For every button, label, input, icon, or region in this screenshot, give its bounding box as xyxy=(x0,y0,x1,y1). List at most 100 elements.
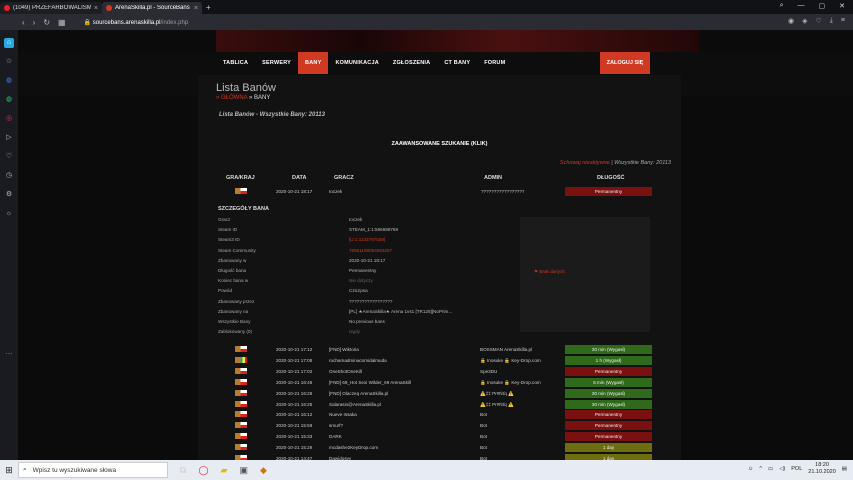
tab-youtube[interactable]: (1049) PRZEFARBOWALIŚM × xyxy=(0,2,102,14)
address-bar: ‹ › ↻ ▦ 🔒 sourcebans.arenaskilla.pl/inde… xyxy=(0,14,853,30)
store-icon[interactable]: ▣ xyxy=(239,465,248,476)
breadcrumb-home[interactable]: » GŁÓWNA xyxy=(216,95,247,101)
table-row[interactable]: 2020-10-21 16:26 [FND] Olaczeq ArenaSkill… xyxy=(218,388,658,398)
clock[interactable]: 18:20 21.10.2020 xyxy=(808,462,836,476)
download-icon[interactable]: ⤓ xyxy=(830,17,833,25)
back-icon[interactable]: ‹ xyxy=(22,18,25,27)
new-tab-button[interactable]: + xyxy=(206,3,211,12)
close-tab-icon[interactable]: × xyxy=(94,5,98,12)
folder-icon[interactable]: ▰ xyxy=(221,465,228,476)
star-icon[interactable]: ☆ xyxy=(4,57,14,67)
ban-admin: Bot xyxy=(480,434,487,440)
whatsapp-icon[interactable]: ◍ xyxy=(4,95,14,105)
table-row[interactable]: 2020-10-21 16:46 [FND] 69_Hot Sexi Wilder… xyxy=(218,377,658,387)
reload-icon[interactable]: ↻ xyxy=(43,18,50,27)
ban-admin: ????????????????? xyxy=(481,189,525,194)
no-data-link[interactable]: ⚑ Brak danych xyxy=(534,269,565,275)
camera-icon[interactable]: ◉ xyxy=(788,17,794,25)
language-indicator[interactable]: POL xyxy=(791,466,802,472)
detail-value: ????????????????? xyxy=(349,298,393,304)
col-admin: ADMIN xyxy=(484,175,503,181)
ban-admin: 🔒 Inosuke 🔒 Key-Drop.com xyxy=(480,357,541,363)
table-row[interactable]: 2020-10-21 15:33 DARK Bot Permanentny xyxy=(218,432,658,442)
detail-value: Cziczpsa xyxy=(349,288,368,294)
ban-player: mcdashe2KeyDrop.com xyxy=(329,445,379,451)
menu-tablica[interactable]: TABLICA xyxy=(216,52,255,74)
maximize-icon[interactable]: ▢ xyxy=(819,2,826,10)
minimize-icon[interactable]: — xyxy=(798,2,805,10)
menu-ct-bany[interactable]: CT BANY xyxy=(437,52,477,74)
breadcrumb: » GŁÓWNA » BANY xyxy=(216,95,270,101)
ban-date: 2020-10-21 15:59 xyxy=(276,423,313,429)
ban-admin: BOSSMAN ArenaSkilla.pl xyxy=(480,347,533,352)
login-button[interactable]: ZALOGUJ SIĘ xyxy=(600,52,650,74)
detail-key: Steam Community xyxy=(218,247,256,253)
people-icon[interactable]: ☺ xyxy=(748,466,754,472)
detail-value: Permanentny xyxy=(349,268,377,273)
tray-arrow-icon[interactable]: ^ xyxy=(759,466,762,472)
search-icon: ⌕ xyxy=(23,466,27,473)
home-icon[interactable]: ⌂ xyxy=(4,38,14,48)
settings-icon[interactable]: ⚙ xyxy=(4,190,14,200)
close-tab-icon[interactable]: × xyxy=(194,5,198,12)
tab-sourcebans[interactable]: ArenaSkilla.pl - SourceBans × xyxy=(102,2,202,14)
web-page: TABLICA SERWERY BANY KOMUNIKACJA ZGŁOSZE… xyxy=(18,30,853,460)
ban-length: 30 min (Wygasł) xyxy=(565,388,652,398)
table-row[interactable]: 2020-10-21 17:12 [FND] Wiktoria BOSSMAN Ar… xyxy=(218,345,658,354)
table-row[interactable]: 2020-10-21 16:25 Salarasin@ArenaSkilla.pl… xyxy=(218,399,658,409)
notifications-icon[interactable]: ▤ xyxy=(842,466,847,472)
windows-start-icon[interactable]: ⊞ xyxy=(0,460,18,480)
ban-player: Salarasin@ArenaSkilla.pl xyxy=(329,401,381,407)
menu-komunikacja[interactable]: KOMUNIKACJA xyxy=(328,52,385,74)
close-window-icon[interactable]: ✕ xyxy=(839,2,845,10)
ban-length: 30 min (Wygasł) xyxy=(565,399,652,409)
flag-icon xyxy=(235,378,247,385)
browser-sidebar: ⌂ ☆ ◍ ◍ ◎ ▷ ♡ ◷ ⚙ ☼ … xyxy=(0,30,18,460)
forward-icon[interactable]: › xyxy=(33,18,36,27)
table-row[interactable]: 2020-10-21 16:12 Nueve Issaka Bot Permanent… xyxy=(218,410,658,420)
table-row[interactable]: 2020-10-21 15:29 mcdashe2KeyDrop.com Bot 1 … xyxy=(218,443,658,453)
menu-serwery[interactable]: SERWERY xyxy=(255,52,298,74)
heart-sidebar-icon[interactable]: ♡ xyxy=(4,152,14,162)
opera-icon[interactable]: ◯ xyxy=(198,465,208,476)
send-icon[interactable]: ▷ xyxy=(4,133,14,143)
menu-forum[interactable]: FORUM xyxy=(477,52,512,74)
shield-icon[interactable]: ◈ xyxy=(802,17,807,25)
speed-dial-icon[interactable]: ▦ xyxy=(58,18,66,27)
detail-row: Długość bana Permanentny xyxy=(218,268,518,278)
system-tray: ☺ ^ ▭ ◁) POL 18:20 21.10.2020 ▤ xyxy=(748,462,847,476)
messenger-icon[interactable]: ◍ xyxy=(4,76,14,86)
menu-icon[interactable]: ≡ xyxy=(841,17,845,25)
hide-inactive-link[interactable]: Schowaj nieaktywne xyxy=(560,160,610,166)
lock-icon: 🔒 xyxy=(83,19,93,26)
menu-bany[interactable]: BANY xyxy=(298,52,329,74)
taskbar-search[interactable]: ⌕ Wpisz tu wyszukiwane słowa xyxy=(18,462,168,478)
more-icon[interactable]: … xyxy=(4,348,14,358)
content-panel: Lista Banów » GŁÓWNA » BANY Lista Banów … xyxy=(198,75,681,460)
tab-title: ArenaSkilla.pl - SourceBans xyxy=(115,5,190,11)
youtube-icon xyxy=(4,5,10,11)
ban-player: Ioczek xyxy=(329,189,343,194)
network-icon[interactable]: ▭ xyxy=(768,466,773,472)
table-row[interactable]: 2020-10-21 15:59 smurf? Bot Permanentny xyxy=(218,421,658,431)
table-row[interactable]: 2020-10-21 18:17 Ioczek ????????????????… xyxy=(218,187,658,196)
heart-icon[interactable]: ♡ xyxy=(816,17,822,25)
menu-zgloszenia[interactable]: ZGŁOSZENIA xyxy=(386,52,437,74)
ban-details-title: SZCZEGÓŁY BANA xyxy=(218,206,269,212)
table-row[interactable]: 2020-10-21 17:02 OneShotOneKill Spe3DU Perm… xyxy=(218,366,658,376)
search-tabs-icon[interactable]: ⌕ xyxy=(780,2,784,10)
ban-date: 2020-10-21 17:08 xyxy=(276,357,313,363)
app-icon[interactable]: ◆ xyxy=(260,465,267,476)
instagram-icon[interactable]: ◎ xyxy=(4,114,14,124)
bulb-icon[interactable]: ☼ xyxy=(4,209,14,219)
volume-icon[interactable]: ◁) xyxy=(779,466,785,472)
breadcrumb-current: » BANY xyxy=(249,95,271,101)
history-icon[interactable]: ◷ xyxy=(4,171,14,181)
main-menu: TABLICA SERWERY BANY KOMUNIKACJA ZGŁOSZE… xyxy=(216,52,512,74)
ban-player: DARK xyxy=(329,434,342,440)
detail-key: Steam ID xyxy=(218,227,238,233)
advanced-search-link[interactable]: ZAAWANSOWANE SZUKANIE (KLIK) xyxy=(198,141,681,147)
table-row[interactable]: 2020-10-21 17:08 ruchamadminacomidalmuda 🔒… xyxy=(218,355,658,365)
url-field[interactable]: 🔒 sourcebans.arenaskilla.pl/index.php xyxy=(84,19,189,26)
task-view-icon[interactable]: ⧉ xyxy=(180,465,186,476)
